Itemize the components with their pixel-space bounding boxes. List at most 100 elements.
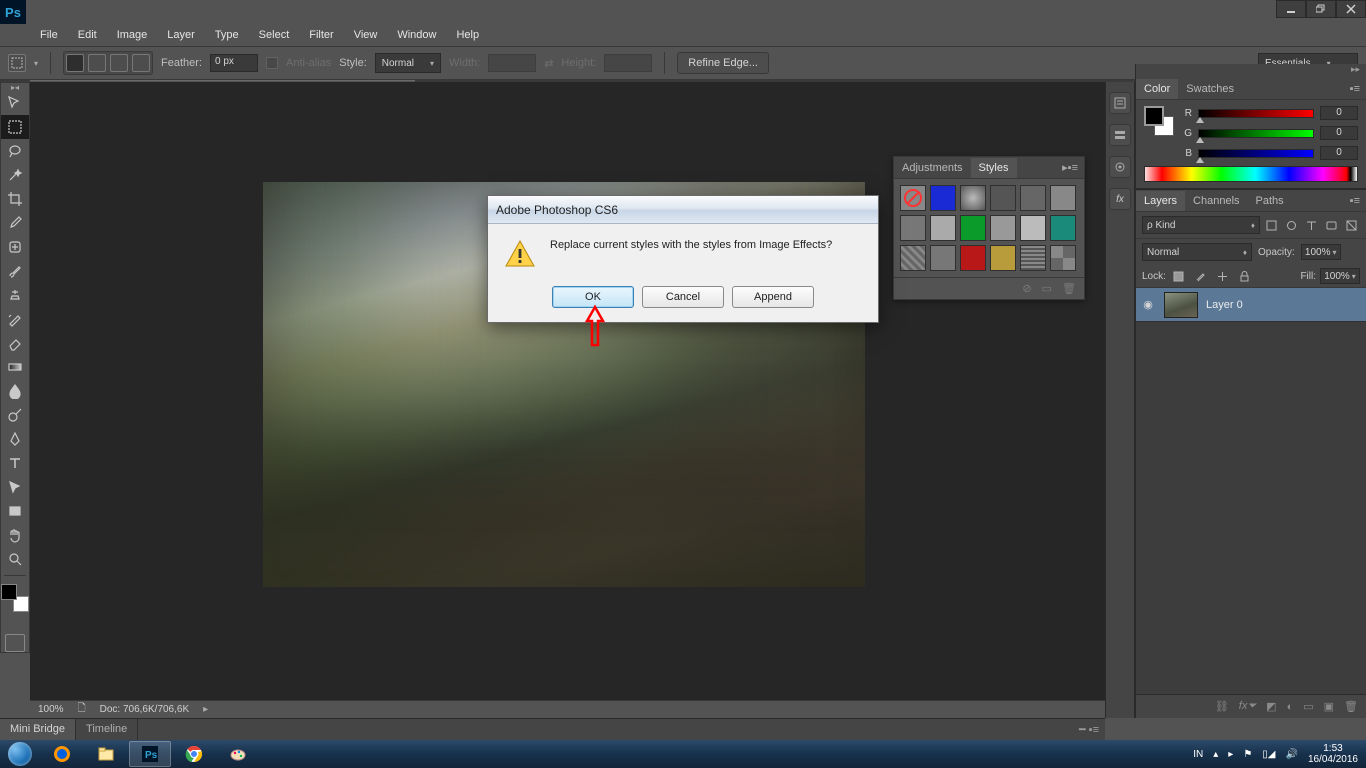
tab-paths[interactable]: Paths xyxy=(1248,191,1292,211)
healing-brush-tool[interactable] xyxy=(1,235,29,259)
layer-list[interactable]: ◉ Layer 0 xyxy=(1136,288,1366,694)
volume-icon[interactable]: 🔊 xyxy=(1285,749,1297,760)
eyedropper-tool[interactable] xyxy=(1,211,29,235)
new-layer-icon[interactable]: ▣ xyxy=(1324,700,1334,713)
toolbox-collapse-icon[interactable]: ▸◂ xyxy=(11,83,19,91)
mask-icon[interactable]: ◩ xyxy=(1266,700,1276,713)
sel-intersect-icon[interactable] xyxy=(132,54,150,72)
style-swatch[interactable] xyxy=(900,185,926,211)
append-button[interactable]: Append xyxy=(732,286,814,308)
lock-position-icon[interactable] xyxy=(1214,268,1232,284)
layer-item[interactable]: ◉ Layer 0 xyxy=(1136,288,1366,322)
filter-adjust-icon[interactable] xyxy=(1282,217,1300,233)
refine-edge-button[interactable]: Refine Edge... xyxy=(677,52,769,74)
style-swatch[interactable] xyxy=(1050,245,1076,271)
lock-all-icon[interactable] xyxy=(1236,268,1254,284)
marquee-preset-icon[interactable] xyxy=(8,54,26,72)
marquee-tool[interactable] xyxy=(1,115,29,139)
style-swatch[interactable] xyxy=(1050,215,1076,241)
language-indicator[interactable]: IN xyxy=(1193,749,1203,760)
tab-layers[interactable]: Layers xyxy=(1136,191,1185,211)
no-style-icon[interactable]: ⊘ xyxy=(1022,282,1031,295)
tab-adjustments[interactable]: Adjustments xyxy=(894,158,971,178)
restore-button[interactable] xyxy=(1306,0,1336,18)
brush-tool[interactable] xyxy=(1,259,29,283)
tab-mini-bridge[interactable]: Mini Bridge xyxy=(0,719,76,740)
menu-select[interactable]: Select xyxy=(249,26,300,44)
panel-menu-icon[interactable]: ▸▪≡ xyxy=(1062,161,1084,174)
filter-shape-icon[interactable] xyxy=(1322,217,1340,233)
clock[interactable]: 1:53 16/04/2016 xyxy=(1308,743,1358,765)
tab-swatches[interactable]: Swatches xyxy=(1178,79,1242,99)
action-center-icon[interactable]: ⚑ xyxy=(1243,749,1252,760)
fill-input[interactable]: 100%▾ xyxy=(1320,268,1360,284)
cancel-button[interactable]: Cancel xyxy=(642,286,724,308)
foreground-color-swatch[interactable] xyxy=(1,584,17,600)
lasso-tool[interactable] xyxy=(1,139,29,163)
blend-mode-select[interactable]: Normal♦ xyxy=(1142,243,1252,261)
style-swatch[interactable] xyxy=(990,245,1016,271)
taskbar-photoshop[interactable]: Ps xyxy=(129,741,171,767)
style-swatch[interactable] xyxy=(960,215,986,241)
sel-new-icon[interactable] xyxy=(66,54,84,72)
style-swatch[interactable] xyxy=(900,245,926,271)
style-swatch[interactable] xyxy=(900,215,926,241)
style-swatch[interactable] xyxy=(990,215,1016,241)
menu-edit[interactable]: Edit xyxy=(68,26,107,44)
style-swatch[interactable] xyxy=(960,245,986,271)
history-brush-tool[interactable] xyxy=(1,307,29,331)
lock-image-icon[interactable] xyxy=(1192,268,1210,284)
style-select[interactable]: Normal▾ xyxy=(375,53,441,73)
character-panel-icon[interactable] xyxy=(1109,156,1131,178)
visibility-toggle-icon[interactable]: ◉ xyxy=(1140,298,1156,311)
tab-styles[interactable]: Styles xyxy=(971,158,1017,178)
status-menu-icon[interactable]: ▸ xyxy=(203,704,208,715)
spectrum-ramp[interactable] xyxy=(1144,166,1358,182)
crop-tool[interactable] xyxy=(1,187,29,211)
close-button[interactable] xyxy=(1336,0,1366,18)
dodge-tool[interactable] xyxy=(1,403,29,427)
panel-menu-icon[interactable]: ▪≡ xyxy=(1350,83,1366,95)
flag-icon[interactable]: ▸ xyxy=(1228,749,1233,760)
hand-tool[interactable] xyxy=(1,523,29,547)
menu-view[interactable]: View xyxy=(344,26,388,44)
tab-color[interactable]: Color xyxy=(1136,79,1178,99)
history-panel-icon[interactable] xyxy=(1109,92,1131,114)
g-value[interactable]: 0 xyxy=(1320,126,1358,140)
panel-collapse-bar[interactable]: ▸▸ xyxy=(1136,64,1366,78)
menu-help[interactable]: Help xyxy=(446,26,489,44)
style-swatch[interactable] xyxy=(960,185,986,211)
tray-expand-icon[interactable]: ▴ xyxy=(1213,749,1218,760)
menu-filter[interactable]: Filter xyxy=(299,26,343,44)
bottom-collapse-icon[interactable]: ━ ▪≡ xyxy=(1073,719,1105,740)
sel-add-icon[interactable] xyxy=(88,54,106,72)
pen-tool[interactable] xyxy=(1,427,29,451)
fg-swatch[interactable] xyxy=(1144,106,1164,126)
zoom-level[interactable]: 100% xyxy=(38,704,64,715)
layer-name[interactable]: Layer 0 xyxy=(1206,299,1243,311)
taskbar-paint[interactable] xyxy=(217,741,259,767)
tab-timeline[interactable]: Timeline xyxy=(76,719,138,740)
taskbar-chrome[interactable] xyxy=(173,741,215,767)
quickmask-toggle[interactable] xyxy=(5,634,25,652)
preset-caret-icon[interactable]: ▾ xyxy=(34,59,38,68)
style-swatch[interactable] xyxy=(990,185,1016,211)
move-tool[interactable] xyxy=(1,91,29,115)
dialog-titlebar[interactable]: Adobe Photoshop CS6 xyxy=(488,196,878,224)
doc-size[interactable]: Doc: 706,6K/706,6K xyxy=(100,704,190,715)
opacity-input[interactable]: 100%▾ xyxy=(1301,244,1341,260)
delete-style-icon[interactable]: 🗑 xyxy=(1062,282,1076,295)
taskbar-explorer[interactable] xyxy=(85,741,127,767)
fx-icon[interactable]: fx⏷ xyxy=(1239,700,1256,713)
gradient-tool[interactable] xyxy=(1,355,29,379)
clone-stamp-tool[interactable] xyxy=(1,283,29,307)
foreground-background-swatch[interactable] xyxy=(1,584,29,612)
filter-pixel-icon[interactable] xyxy=(1262,217,1280,233)
minimize-button[interactable] xyxy=(1276,0,1306,18)
feather-input[interactable]: 0 px xyxy=(210,54,258,72)
r-value[interactable]: 0 xyxy=(1320,106,1358,120)
eraser-tool[interactable] xyxy=(1,331,29,355)
lock-transparent-icon[interactable] xyxy=(1170,268,1188,284)
group-icon[interactable]: ▭ xyxy=(1303,700,1313,713)
filter-smart-icon[interactable] xyxy=(1342,217,1360,233)
